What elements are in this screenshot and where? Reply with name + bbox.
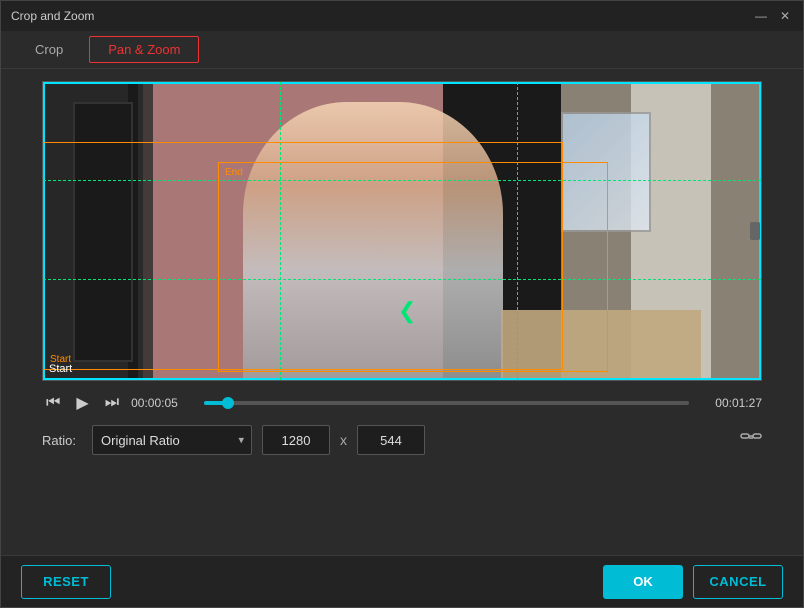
- link-icon: [740, 429, 762, 447]
- crop-zoom-window: Crop and Zoom — ✕ Crop Pan & Zoom: [0, 0, 804, 608]
- tab-pan-zoom[interactable]: Pan & Zoom: [89, 36, 199, 63]
- width-input[interactable]: [262, 425, 330, 455]
- close-button[interactable]: ✕: [777, 8, 793, 24]
- ratio-select[interactable]: Original Ratio 16:9 4:3 1:1 9:16: [92, 425, 252, 455]
- window-controls: — ✕: [753, 8, 793, 24]
- ratio-label: Ratio:: [42, 433, 82, 448]
- ratio-select-wrapper: Original Ratio 16:9 4:3 1:1 9:16: [92, 425, 252, 455]
- step-forward-button[interactable]: ⏭: [101, 392, 123, 414]
- title-bar: Crop and Zoom — ✕: [1, 1, 803, 31]
- window-title: Crop and Zoom: [11, 9, 94, 23]
- main-content: Start End ❮ Start ⏮ ▶ ⏭ 00:00:05 00:01:2…: [1, 69, 803, 555]
- progress-bar[interactable]: [204, 401, 689, 405]
- minimize-button[interactable]: —: [753, 8, 769, 24]
- scene-background: [43, 82, 761, 380]
- ok-button[interactable]: OK: [603, 565, 683, 599]
- dimension-separator: x: [340, 432, 347, 448]
- height-input[interactable]: [357, 425, 425, 455]
- cancel-button[interactable]: CANCEL: [693, 565, 783, 599]
- footer: RESET OK CANCEL: [1, 555, 803, 607]
- step-back-button[interactable]: ⏮: [42, 392, 64, 414]
- play-button[interactable]: ▶: [72, 391, 92, 415]
- time-current: 00:00:05: [131, 396, 196, 410]
- ratio-row: Ratio: Original Ratio 16:9 4:3 1:1 9:16 …: [42, 421, 762, 465]
- progress-thumb[interactable]: [222, 397, 234, 409]
- tabs-row: Crop Pan & Zoom: [1, 31, 803, 69]
- video-canvas[interactable]: Start End ❮ Start: [42, 81, 762, 381]
- time-total: 00:01:27: [697, 396, 762, 410]
- link-dimensions-button[interactable]: [740, 429, 762, 452]
- playback-controls: ⏮ ▶ ⏭ 00:00:05 00:01:27: [42, 381, 762, 421]
- tab-crop[interactable]: Crop: [17, 37, 81, 62]
- reset-button[interactable]: RESET: [21, 565, 111, 599]
